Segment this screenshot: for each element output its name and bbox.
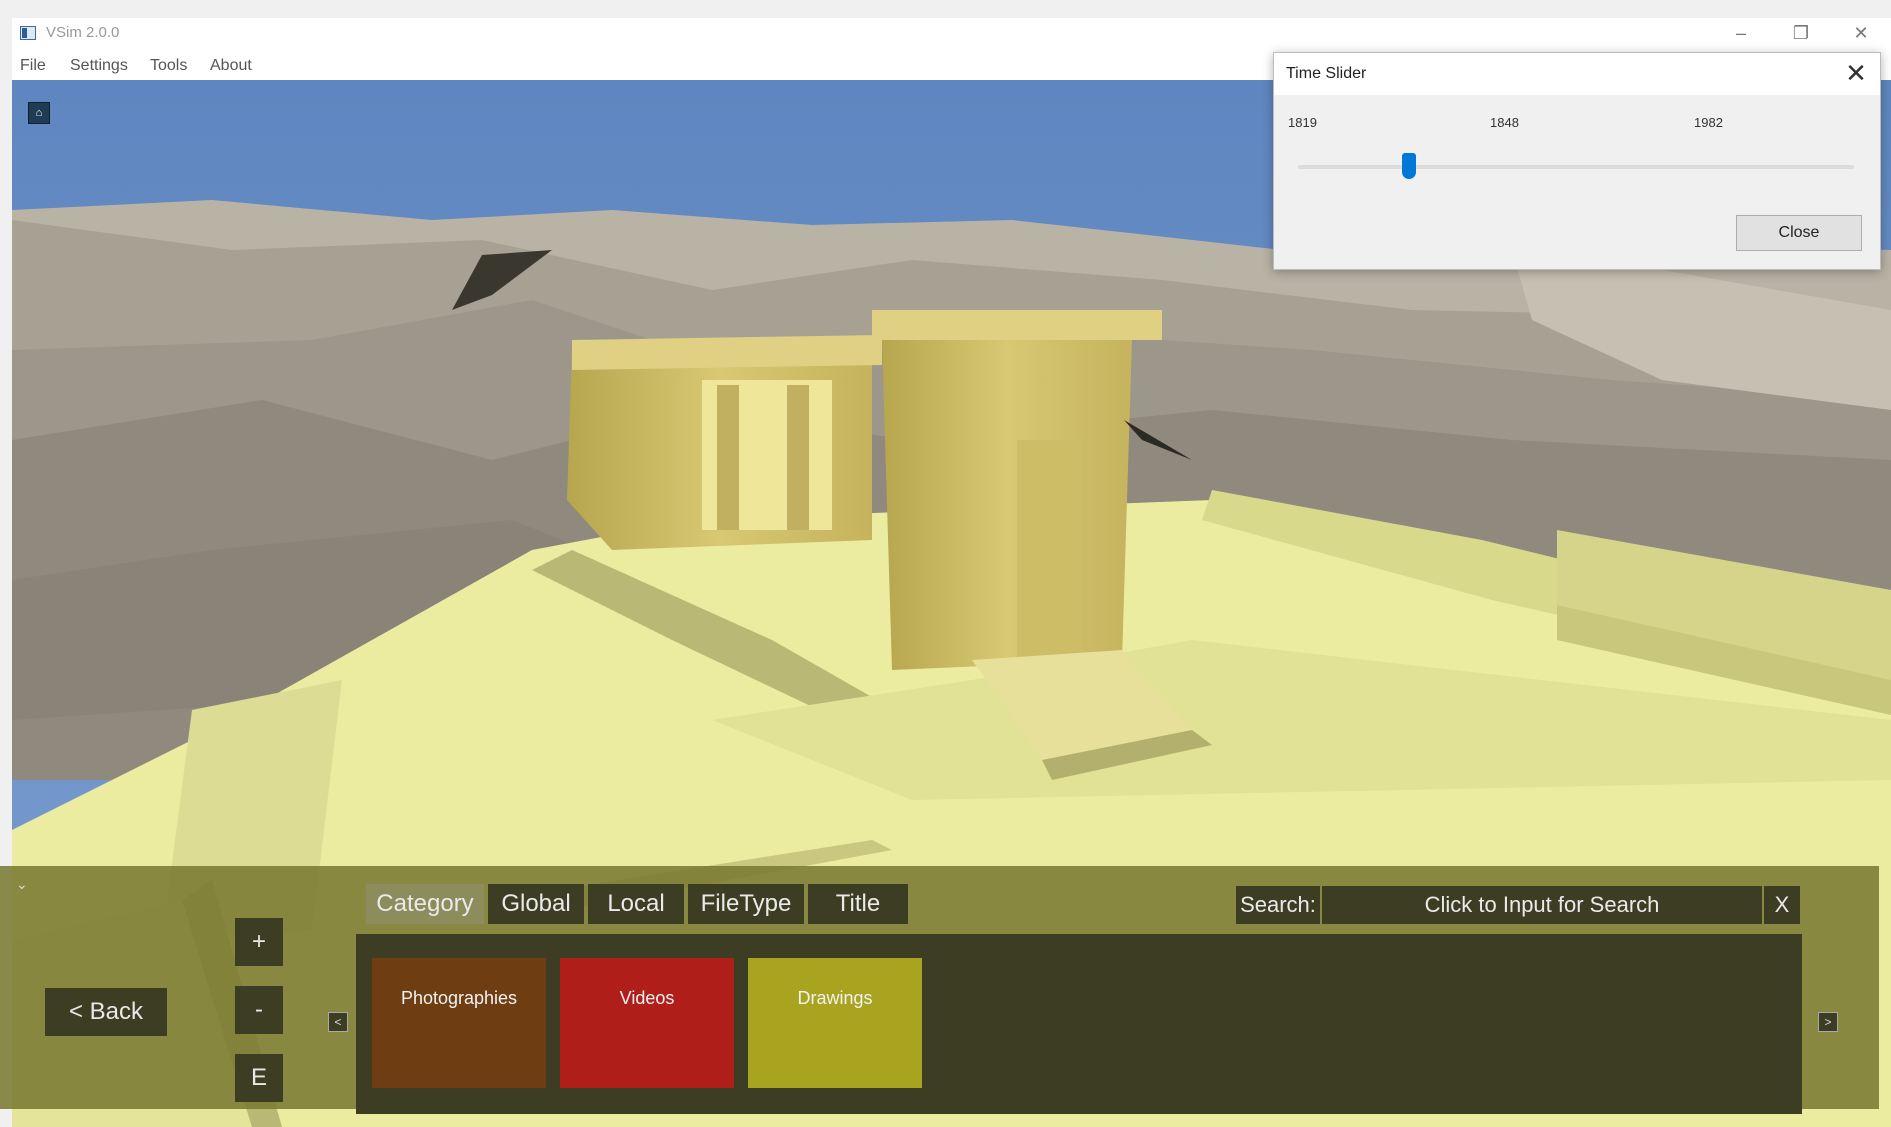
- category-content-area: Photographies Videos Drawings: [356, 934, 1802, 1114]
- prev-page-arrow-icon[interactable]: <: [328, 1012, 348, 1032]
- minimize-button[interactable]: –: [1711, 18, 1771, 48]
- tick-label-end: 1982: [1694, 115, 1723, 130]
- tick-label-start: 1819: [1288, 115, 1317, 130]
- next-page-arrow-icon[interactable]: >: [1818, 1012, 1838, 1032]
- search-label: Search:: [1236, 886, 1320, 924]
- window-title: VSim 2.0.0: [46, 24, 120, 41]
- tab-global[interactable]: Global: [488, 884, 584, 924]
- e-button[interactable]: E: [235, 1054, 283, 1102]
- close-window-button[interactable]: ✕: [1831, 18, 1891, 48]
- close-icon[interactable]: ✕: [1842, 59, 1870, 87]
- bottom-panel: ⌄ < Back + - E Category Global Local Fil…: [0, 866, 1879, 1114]
- close-button[interactable]: Close: [1736, 215, 1862, 251]
- dialog-title-bar: Time Slider ✕: [1274, 53, 1880, 95]
- menu-settings[interactable]: Settings: [70, 52, 128, 80]
- title-bar: VSim 2.0.0 – ❐ ✕: [12, 18, 1891, 48]
- tab-local[interactable]: Local: [588, 884, 684, 924]
- zoom-in-button[interactable]: +: [235, 918, 283, 966]
- collapse-chevron-icon[interactable]: ⌄: [16, 876, 28, 893]
- search-clear-button[interactable]: X: [1764, 886, 1800, 924]
- tab-filetype[interactable]: FileType: [688, 884, 804, 924]
- app-icon: [20, 26, 36, 40]
- menu-tools[interactable]: Tools: [150, 52, 187, 80]
- menu-about[interactable]: About: [210, 52, 252, 80]
- category-card-photographies[interactable]: Photographies: [372, 958, 546, 1088]
- category-card-videos[interactable]: Videos: [560, 958, 734, 1088]
- menu-file[interactable]: File: [20, 52, 46, 80]
- tab-category[interactable]: Category: [366, 884, 484, 924]
- time-slider-dialog: Time Slider ✕ 1819 1848 1982 Close: [1273, 52, 1881, 270]
- category-card-drawings[interactable]: Drawings: [748, 958, 922, 1088]
- back-button[interactable]: < Back: [45, 988, 167, 1036]
- time-slider-track[interactable]: [1298, 165, 1854, 169]
- home-view-icon[interactable]: ⌂: [28, 102, 50, 124]
- dialog-title: Time Slider: [1286, 65, 1367, 82]
- maximize-button[interactable]: ❐: [1771, 18, 1831, 48]
- search-input[interactable]: Click to Input for Search: [1322, 886, 1762, 924]
- zoom-out-button[interactable]: -: [235, 986, 283, 1034]
- time-slider-handle[interactable]: [1402, 153, 1417, 179]
- tab-title[interactable]: Title: [808, 884, 908, 924]
- tick-label-middle: 1848: [1490, 115, 1519, 130]
